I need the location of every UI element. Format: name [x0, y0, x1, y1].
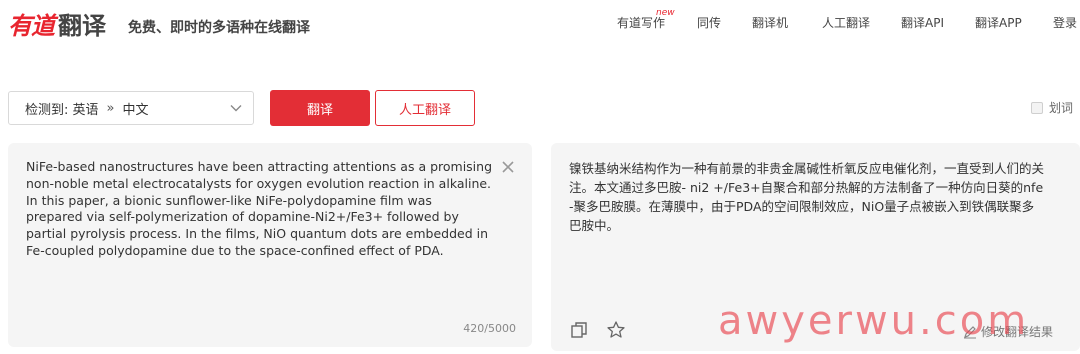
- edit-pencil-icon: [964, 325, 976, 338]
- nav-translator-device[interactable]: 翻译机: [752, 14, 788, 31]
- source-panel: NiFe-based nanostructures have been attr…: [8, 143, 532, 347]
- new-badge: new: [656, 8, 675, 18]
- target-language: 中文: [122, 102, 149, 118]
- source-textarea[interactable]: NiFe-based nanostructures have been attr…: [26, 159, 496, 260]
- edit-translation-label: 修改翻译结果: [981, 325, 1054, 339]
- chevron-down-icon: [230, 105, 242, 112]
- star-icon[interactable]: [606, 320, 626, 340]
- close-icon[interactable]: [500, 159, 516, 175]
- language-select[interactable]: 检测到: 英语 » 中文: [8, 91, 254, 125]
- detected-language: 检测到: 英语: [25, 102, 99, 118]
- nav-login[interactable]: 登录: [1053, 14, 1077, 31]
- huaci-label: 划词: [1049, 101, 1074, 115]
- nav-translate-app[interactable]: 翻译APP: [975, 14, 1022, 31]
- human-translation-button[interactable]: 人工翻译: [375, 90, 475, 126]
- translation-result: 镍铁基纳米结构作为一种有前景的非贵金属碱性析氧反应电催化剂，一直受到人们的关 注…: [569, 161, 1045, 233]
- edit-translation-link[interactable]: 修改翻译结果: [963, 323, 1053, 340]
- language-separator: »: [106, 100, 115, 116]
- huaci-checkbox[interactable]: [1031, 101, 1043, 114]
- translate-button[interactable]: 翻译: [270, 90, 370, 126]
- nav-simultaneous[interactable]: 同传: [697, 14, 721, 31]
- copy-icon[interactable]: [570, 321, 588, 339]
- char-count: 420/5000: [463, 322, 516, 335]
- huaci-toggle[interactable]: 划词: [1031, 99, 1073, 116]
- result-panel: 镍铁基纳米结构作为一种有前景的非贵金属碱性析氧反应电催化剂，一直受到人们的关 注…: [551, 143, 1080, 351]
- nav-translate-api[interactable]: 翻译API: [901, 14, 944, 31]
- nav-human-translation[interactable]: 人工翻译: [822, 14, 870, 31]
- top-nav: 有道写作 new 同传 翻译机 人工翻译 翻译API 翻译APP 登录: [0, 8, 1080, 32]
- top-header: 有道 翻译 免费、即时的多语种在线翻译 有道写作 new 同传 翻译机 人工翻译…: [0, 0, 1080, 46]
